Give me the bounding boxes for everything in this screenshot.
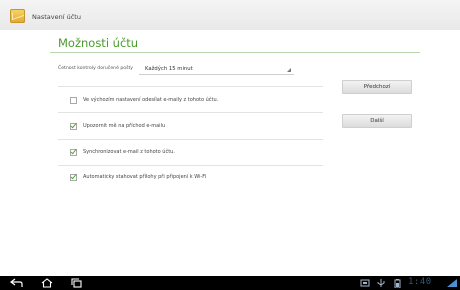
- divider: [58, 112, 323, 113]
- checkbox-sync[interactable]: [70, 148, 77, 156]
- option-notify[interactable]: Upozornit mě na příchod e-mailu: [70, 120, 165, 132]
- checkbox-default-sender[interactable]: [70, 96, 77, 104]
- system-bar: 1:40: [0, 276, 460, 290]
- account-icon[interactable]: [10, 9, 25, 23]
- page-title: Možnosti účtu: [58, 36, 139, 50]
- previous-button[interactable]: Předchozí: [342, 80, 412, 94]
- frequency-label: Četnost kontroly doručené pošty: [58, 66, 134, 71]
- recent-apps-icon[interactable]: [70, 278, 84, 288]
- checkbox-notify[interactable]: [70, 122, 77, 130]
- title-divider: [50, 52, 420, 53]
- dropdown-caret-icon: [287, 68, 291, 72]
- option-label: Upozornit mě na příchod e-mailu: [83, 123, 166, 129]
- divider: [58, 139, 323, 140]
- option-label: Automaticky stahovat přílohy při připoje…: [83, 174, 207, 180]
- usb-icon: [377, 279, 385, 287]
- next-button[interactable]: Další: [342, 114, 412, 128]
- status-clock: 1:40: [408, 277, 432, 287]
- option-auto-download[interactable]: Automaticky stahovat přílohy při připoje…: [70, 171, 206, 183]
- option-default-sender[interactable]: Ve výchozím nastavení odesílat e-maily z…: [70, 94, 218, 106]
- back-icon[interactable]: [10, 278, 24, 288]
- frequency-dropdown[interactable]: Každých 15 minut: [139, 61, 294, 75]
- option-label: Ve výchozím nastavení odesílat e-maily z…: [83, 97, 219, 103]
- divider: [58, 165, 323, 166]
- checkbox-auto-download[interactable]: [70, 173, 77, 181]
- divider: [58, 86, 323, 87]
- action-bar: Nastavení účtu: [0, 0, 460, 30]
- wifi-icon: [447, 279, 457, 287]
- home-icon[interactable]: [40, 278, 54, 288]
- screenshot-icon: [360, 279, 370, 287]
- option-label: Synchronizovat e-mail z tohoto účtu.: [83, 149, 175, 155]
- frequency-value: Každých 15 minut: [145, 66, 193, 72]
- battery-icon: [394, 279, 401, 288]
- option-sync[interactable]: Synchronizovat e-mail z tohoto účtu.: [70, 146, 175, 158]
- appbar-title: Nastavení účtu: [32, 13, 81, 21]
